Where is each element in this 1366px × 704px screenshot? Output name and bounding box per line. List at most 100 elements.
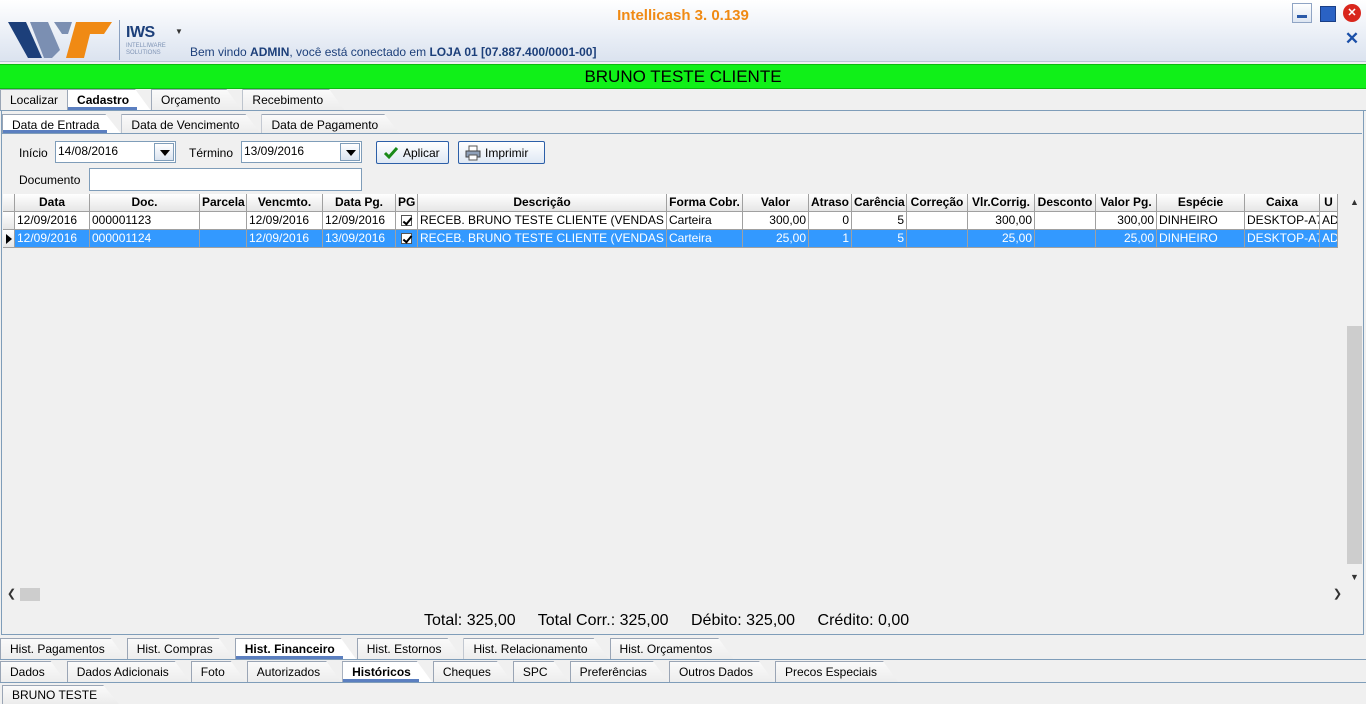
column-header-pg[interactable]: PG bbox=[396, 194, 418, 212]
minimize-button[interactable] bbox=[1292, 3, 1312, 23]
cell-valor[interactable]: 25,00 bbox=[743, 230, 809, 248]
close-form-icon[interactable]: ✕ bbox=[1342, 29, 1362, 49]
tab-window-bruno-teste[interactable]: BRUNO TESTE bbox=[2, 685, 119, 704]
logo-menu-chevron-icon[interactable]: ▼ bbox=[175, 27, 183, 36]
cell-data[interactable]: 12/09/2016 bbox=[15, 230, 90, 248]
cell-descricao[interactable]: RECEB. BRUNO TESTE CLIENTE (VENDAS C. bbox=[418, 212, 667, 230]
start-date-input[interactable] bbox=[58, 144, 148, 158]
paid-checkbox[interactable] bbox=[401, 215, 412, 226]
row-indicator[interactable] bbox=[3, 194, 15, 212]
start-date-picker[interactable] bbox=[55, 141, 176, 163]
tab-recebimento[interactable]: Recebimento bbox=[242, 89, 345, 111]
row-pointer-icon[interactable] bbox=[3, 230, 15, 248]
cell-vlr-corrig[interactable]: 300,00 bbox=[968, 212, 1035, 230]
vertical-scroll-thumb[interactable] bbox=[1347, 326, 1362, 564]
cell-caixa[interactable]: DESKTOP-A7 bbox=[1245, 212, 1320, 230]
column-header-usuario[interactable]: U bbox=[1320, 194, 1338, 212]
column-header-carencia[interactable]: Carência bbox=[852, 194, 907, 212]
scroll-left-icon[interactable]: ❮ bbox=[3, 586, 20, 603]
column-header-atraso[interactable]: Atraso bbox=[809, 194, 852, 212]
column-header-valor[interactable]: Valor bbox=[743, 194, 809, 212]
tab-data-entrada[interactable]: Data de Entrada bbox=[2, 114, 121, 134]
cell-data-pg[interactable]: 13/09/2016 bbox=[323, 230, 396, 248]
apply-button[interactable]: Aplicar bbox=[376, 141, 449, 164]
document-input[interactable] bbox=[90, 169, 361, 190]
cell-desconto[interactable] bbox=[1035, 212, 1096, 230]
cell-especie[interactable]: DINHEIRO bbox=[1157, 230, 1245, 248]
tab-historicos[interactable]: Históricos bbox=[342, 661, 433, 683]
tab-spc[interactable]: SPC bbox=[513, 661, 570, 683]
cell-vencimento[interactable]: 12/09/2016 bbox=[247, 230, 323, 248]
cell-parcela[interactable] bbox=[200, 212, 247, 230]
tab-hist-financeiro[interactable]: Hist. Financeiro bbox=[235, 638, 357, 660]
tab-localizar[interactable]: Localizar bbox=[0, 89, 68, 111]
horizontal-scroll-thumb[interactable] bbox=[20, 588, 40, 601]
paid-checkbox[interactable] bbox=[401, 233, 412, 244]
cell-forma-cobr[interactable]: Carteira bbox=[667, 230, 743, 248]
tab-foto[interactable]: Foto bbox=[191, 661, 247, 683]
tab-hist-orcamentos[interactable]: Hist. Orçamentos bbox=[610, 638, 735, 660]
cell-correcao[interactable] bbox=[907, 212, 968, 230]
tab-precos-especiais[interactable]: Precos Especiais bbox=[775, 661, 899, 683]
cell-usuario[interactable]: AD bbox=[1320, 212, 1338, 230]
column-header-correcao[interactable]: Correção bbox=[907, 194, 968, 212]
tab-data-vencimento[interactable]: Data de Vencimento bbox=[121, 114, 261, 134]
tab-hist-pagamentos[interactable]: Hist. Pagamentos bbox=[0, 638, 127, 660]
financial-history-grid[interactable]: Data Doc. Parcela Vencmto. Data Pg. PG Descriç… bbox=[3, 194, 1346, 586]
close-app-button[interactable] bbox=[1342, 3, 1362, 23]
column-header-caixa[interactable]: Caixa bbox=[1245, 194, 1320, 212]
cell-doc[interactable]: 000001124 bbox=[90, 230, 200, 248]
tab-cadastro[interactable]: Cadastro bbox=[67, 89, 151, 111]
column-header-vencimento[interactable]: Vencmto. bbox=[247, 194, 323, 212]
tab-orcamento[interactable]: Orçamento bbox=[151, 89, 242, 111]
scroll-down-icon[interactable]: ▼ bbox=[1346, 569, 1363, 586]
scroll-up-icon[interactable]: ▲ bbox=[1346, 194, 1363, 211]
cell-correcao[interactable] bbox=[907, 230, 968, 248]
cell-atraso[interactable]: 1 bbox=[809, 230, 852, 248]
maximize-button[interactable] bbox=[1317, 3, 1337, 23]
cell-caixa[interactable]: DESKTOP-A7 bbox=[1245, 230, 1320, 248]
tab-outros-dados[interactable]: Outros Dados bbox=[669, 661, 775, 683]
cell-vencimento[interactable]: 12/09/2016 bbox=[247, 212, 323, 230]
column-header-forma-cobr[interactable]: Forma Cobr. bbox=[667, 194, 743, 212]
horizontal-scrollbar[interactable]: ❮ ❯ bbox=[3, 586, 1346, 603]
column-header-valor-pg[interactable]: Valor Pg. bbox=[1096, 194, 1157, 212]
tab-hist-estornos[interactable]: Hist. Estornos bbox=[357, 638, 464, 660]
cell-forma-cobr[interactable]: Carteira bbox=[667, 212, 743, 230]
cell-especie[interactable]: DINHEIRO bbox=[1157, 212, 1245, 230]
tab-preferencias[interactable]: Preferências bbox=[570, 661, 669, 683]
cell-carencia[interactable]: 5 bbox=[852, 230, 907, 248]
column-header-data-pg[interactable]: Data Pg. bbox=[323, 194, 396, 212]
column-header-parcela[interactable]: Parcela bbox=[200, 194, 247, 212]
column-header-desconto[interactable]: Desconto bbox=[1035, 194, 1096, 212]
tab-hist-compras[interactable]: Hist. Compras bbox=[127, 638, 235, 660]
cell-doc[interactable]: 000001123 bbox=[90, 212, 200, 230]
tab-cheques[interactable]: Cheques bbox=[433, 661, 513, 683]
cell-parcela[interactable] bbox=[200, 230, 247, 248]
cell-data-pg[interactable]: 12/09/2016 bbox=[323, 212, 396, 230]
tab-data-pagamento[interactable]: Data de Pagamento bbox=[261, 114, 400, 134]
column-header-doc[interactable]: Doc. bbox=[90, 194, 200, 212]
tab-dados[interactable]: Dados bbox=[0, 661, 67, 683]
cell-usuario[interactable]: AD bbox=[1320, 230, 1338, 248]
cell-atraso[interactable]: 0 bbox=[809, 212, 852, 230]
column-header-descricao[interactable]: Descrição bbox=[418, 194, 667, 212]
cell-valor-pg[interactable]: 300,00 bbox=[1096, 212, 1157, 230]
end-date-picker[interactable] bbox=[241, 141, 362, 163]
print-button[interactable]: Imprimir bbox=[458, 141, 545, 164]
row-indicator[interactable] bbox=[3, 212, 15, 230]
tab-hist-relacionamento[interactable]: Hist. Relacionamento bbox=[463, 638, 609, 660]
cell-valor[interactable]: 300,00 bbox=[743, 212, 809, 230]
vertical-scrollbar[interactable]: ▲ ▼ bbox=[1346, 194, 1363, 586]
column-header-vlr-corrig[interactable]: Vlr.Corrig. bbox=[968, 194, 1035, 212]
document-field[interactable] bbox=[89, 168, 362, 191]
scroll-right-icon[interactable]: ❯ bbox=[1329, 586, 1346, 603]
cell-vlr-corrig[interactable]: 25,00 bbox=[968, 230, 1035, 248]
tab-dados-adicionais[interactable]: Dados Adicionais bbox=[67, 661, 191, 683]
column-header-data[interactable]: Data bbox=[15, 194, 90, 212]
end-date-input[interactable] bbox=[244, 144, 334, 158]
cell-pg[interactable] bbox=[396, 212, 418, 230]
tab-autorizados[interactable]: Autorizados bbox=[247, 661, 342, 683]
cell-pg[interactable] bbox=[396, 230, 418, 248]
column-header-especie[interactable]: Espécie bbox=[1157, 194, 1245, 212]
